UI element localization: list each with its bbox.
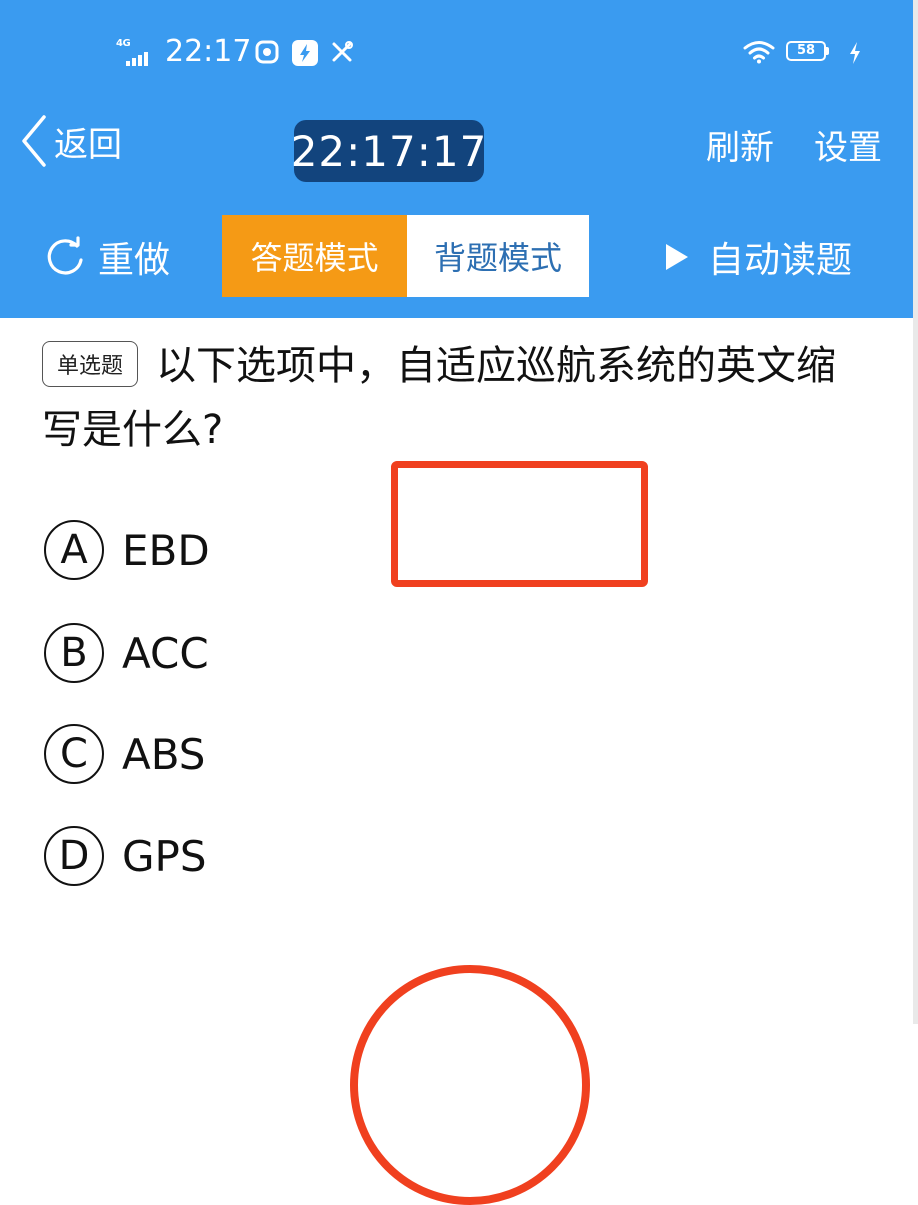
tab-answer-mode[interactable]: 答题模式 (222, 215, 407, 297)
signal-icon (126, 52, 148, 66)
option-letter-circle: D (44, 826, 104, 886)
option-text: ABS (122, 729, 206, 779)
status-time: 22:17 (165, 34, 252, 69)
exam-timer: 22:17:17 (291, 120, 486, 182)
option-a[interactable]: A EBD (44, 518, 210, 582)
back-button[interactable]: 返回 (20, 113, 122, 169)
option-letter-circle: B (44, 623, 104, 683)
battery-level: 58 (786, 41, 826, 61)
screen-record-icon (255, 40, 279, 64)
option-letter-circle: A (44, 520, 104, 580)
option-text: GPS (122, 831, 207, 881)
question-block: 单选题 以下选项中，自适应巡航系统的英文缩写是什么? (42, 334, 862, 462)
question-text: 以下选项中，自适应巡航系统的英文缩写是什么? (42, 343, 837, 453)
play-icon (666, 244, 688, 270)
network-type: 4G (116, 38, 131, 49)
auto-read-button[interactable]: 自动读题 (664, 232, 852, 282)
wifi-icon (743, 41, 775, 64)
refresh-button[interactable]: 刷新 (706, 120, 774, 169)
redo-label: 重做 (98, 240, 171, 281)
option-letter-circle: C (44, 724, 104, 784)
back-label: 返回 (54, 124, 122, 165)
annotation-circle (350, 965, 590, 1205)
option-d[interactable]: D GPS (44, 824, 207, 888)
auto-read-label: 自动读题 (708, 240, 853, 281)
annotation-rectangle (391, 461, 648, 587)
chevron-left-icon (22, 115, 46, 167)
refresh-icon (47, 236, 83, 275)
network-indicator: 4G (116, 38, 156, 68)
flash-app-icon (292, 40, 318, 66)
option-b[interactable]: B ACC (44, 621, 209, 685)
question-type-tag: 单选题 (42, 341, 139, 387)
redo-button[interactable]: 重做 (44, 232, 170, 282)
screen-edge (913, 0, 918, 1024)
charging-icon (850, 42, 860, 64)
settings-button[interactable]: 设置 (814, 120, 882, 169)
option-text: ACC (122, 628, 209, 678)
option-c[interactable]: C ABS (44, 722, 205, 786)
battery-icon: 58 (786, 41, 829, 63)
option-text: EBD (122, 525, 210, 575)
tab-recite-mode[interactable]: 背题模式 (407, 215, 589, 297)
tools-icon (332, 41, 353, 62)
